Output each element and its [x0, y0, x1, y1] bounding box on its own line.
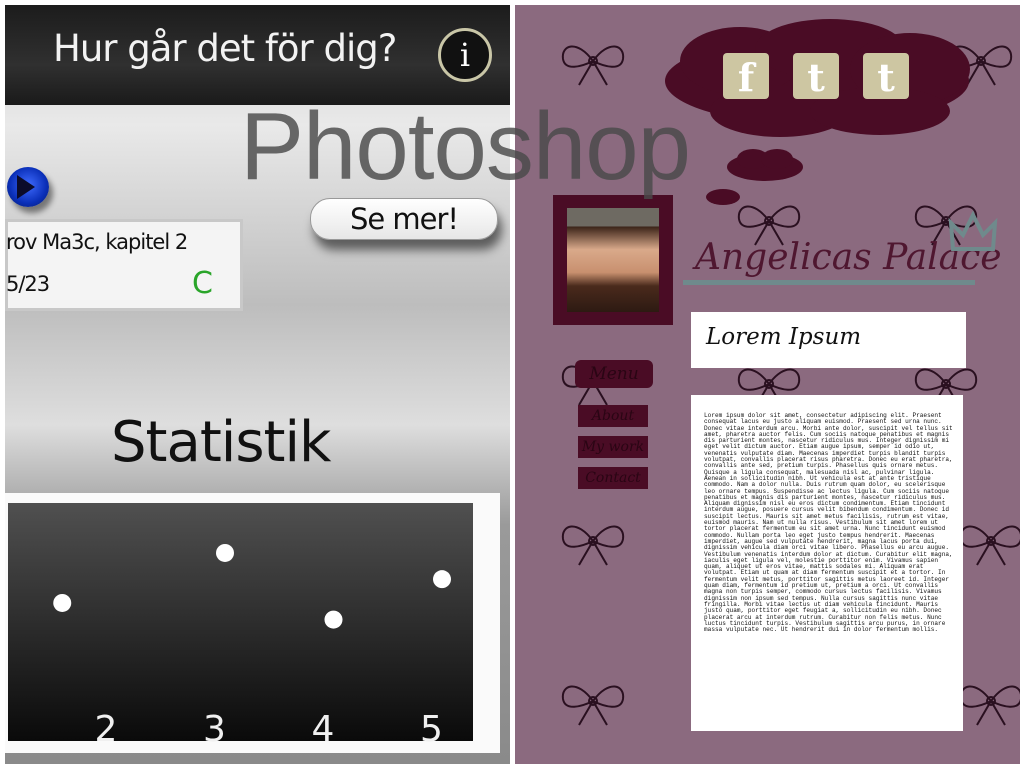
crown-icon — [948, 210, 998, 251]
cloud-bubble-shape — [706, 189, 740, 205]
cloud-bubble-shape — [727, 149, 803, 181]
twitter-icon[interactable]: t — [793, 53, 839, 100]
statistics-chart: 2 3 4 5 — [5, 493, 500, 753]
content-heading: Lorem Ipsum — [706, 324, 862, 350]
tumblr-icon[interactable]: t — [863, 53, 909, 100]
nav-contact[interactable]: Contact — [578, 467, 648, 489]
play-arrow-icon[interactable] — [7, 167, 49, 207]
x-tick-label: 2 — [95, 709, 118, 750]
chart-canvas: 2 3 4 5 — [8, 503, 473, 750]
course-score: 5/23 — [6, 272, 50, 296]
statistics-title: Statistik — [111, 410, 331, 475]
bow-icon — [959, 685, 1020, 726]
chart-plot-area — [8, 503, 473, 741]
data-point[interactable] — [216, 543, 234, 562]
brand-underline — [683, 280, 975, 285]
content-body-text: Lorem ipsum dolor sit amet, consectetur … — [704, 412, 953, 634]
course-grade: C — [192, 266, 213, 301]
content-body-box: Lorem ipsum dolor sit amet, consectetur … — [691, 395, 963, 731]
content-heading-box: Lorem Ipsum — [691, 312, 966, 368]
course-card[interactable]: rov Ma3c, kapitel 2 5/23 C — [5, 219, 243, 311]
bow-icon — [561, 45, 625, 86]
nav-my-work[interactable]: My work — [578, 436, 648, 458]
x-tick-label: 5 — [420, 709, 443, 750]
facebook-icon[interactable]: f — [723, 53, 769, 100]
data-point[interactable] — [53, 593, 72, 612]
x-tick-label: 3 — [203, 709, 226, 750]
see-more-button[interactable]: Se mer! — [310, 198, 498, 240]
course-name: rov Ma3c, kapitel 2 — [6, 230, 188, 254]
profile-photo — [567, 208, 659, 312]
data-point[interactable] — [433, 570, 451, 589]
nav-about[interactable]: About — [578, 405, 648, 427]
profile-photo-frame — [553, 195, 673, 325]
photoshop-watermark: Photoshop — [240, 93, 691, 200]
app-header: Hur går det för dig? i — [5, 5, 510, 105]
data-point[interactable] — [324, 610, 343, 629]
x-tick-label: 4 — [312, 709, 335, 750]
app-header-title: Hur går det för dig? — [53, 27, 397, 70]
bow-icon — [561, 525, 625, 566]
menu-title: Menu — [575, 360, 653, 388]
info-icon[interactable]: i — [438, 28, 492, 82]
bow-icon — [959, 525, 1020, 566]
bow-icon — [561, 685, 625, 726]
